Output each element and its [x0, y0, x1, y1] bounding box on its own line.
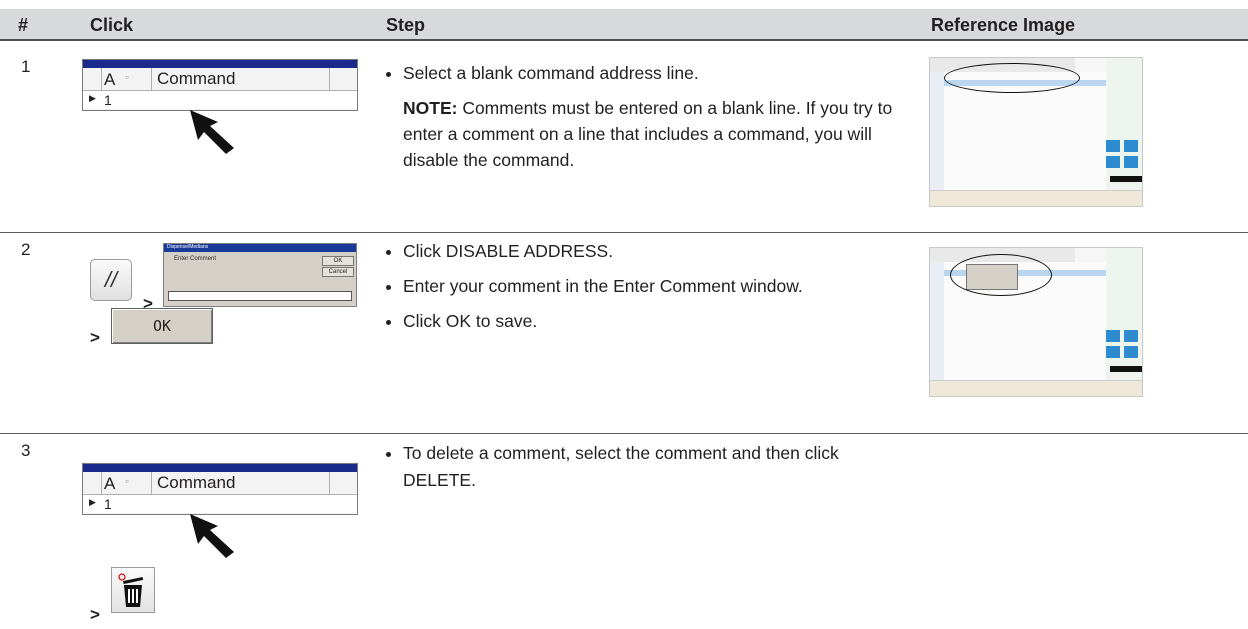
row-number: 1 [21, 57, 31, 76]
step-text: Select a blank command address line. NOT… [385, 60, 923, 183]
step-bullet: Click OK to save. [403, 308, 903, 335]
ok-button[interactable]: OK [111, 308, 213, 344]
step-text: To delete a comment, select the comment … [385, 440, 865, 502]
note-label: NOTE: [403, 98, 458, 118]
enter-comment-dialog: Dispense/Medians Enter Comment OK Cancel [163, 243, 357, 307]
grid-col-a: A [104, 474, 116, 493]
delete-button[interactable] [111, 567, 155, 613]
step-bullet: Select a blank command address line. [403, 60, 923, 87]
col-header-click: Click [90, 15, 134, 35]
dialog-label: Enter Comment [174, 256, 217, 262]
dialog-ok-button[interactable]: OK [322, 256, 354, 266]
mouse-pointer-icon [190, 110, 234, 154]
row-number: 2 [21, 240, 31, 259]
grid-row-value: 1 [104, 496, 112, 512]
command-grid-image: A ◦ Command ▶ 1 [82, 463, 358, 515]
step-bullet: Enter your comment in the Enter Comment … [403, 273, 903, 300]
trash-icon [118, 573, 144, 607]
dialog-cancel-button[interactable]: Cancel [322, 267, 354, 277]
reference-image [929, 57, 1143, 207]
col-header-number: # [18, 15, 29, 35]
step-bullet: Click DISABLE ADDRESS. [403, 238, 903, 265]
step-bullet: To delete a comment, select the comment … [403, 440, 865, 494]
comment-input[interactable] [168, 291, 352, 301]
note-text: Comments must be entered on a blank line… [403, 98, 893, 170]
col-header-step: Step [386, 15, 426, 35]
grid-col-a: A [104, 70, 116, 89]
step-text: Click DISABLE ADDRESS. Enter your commen… [385, 238, 903, 343]
grid-row-value: 1 [104, 92, 112, 108]
disable-address-button[interactable]: // [90, 259, 132, 301]
grid-col-command: Command [151, 472, 235, 494]
step-note: NOTE: Comments must be entered on a blan… [403, 95, 923, 173]
table-header: # Click Step Reference Image [0, 9, 1248, 41]
row-number: 3 [21, 441, 31, 460]
command-grid-image: A ◦ Command ▶ 1 [82, 59, 358, 111]
reference-image [929, 247, 1143, 397]
grid-col-command: Command [151, 68, 235, 90]
dialog-title: Dispense/Medians [164, 244, 356, 252]
col-header-reference: Reference Image [931, 15, 1076, 35]
mouse-pointer-icon [190, 514, 234, 558]
